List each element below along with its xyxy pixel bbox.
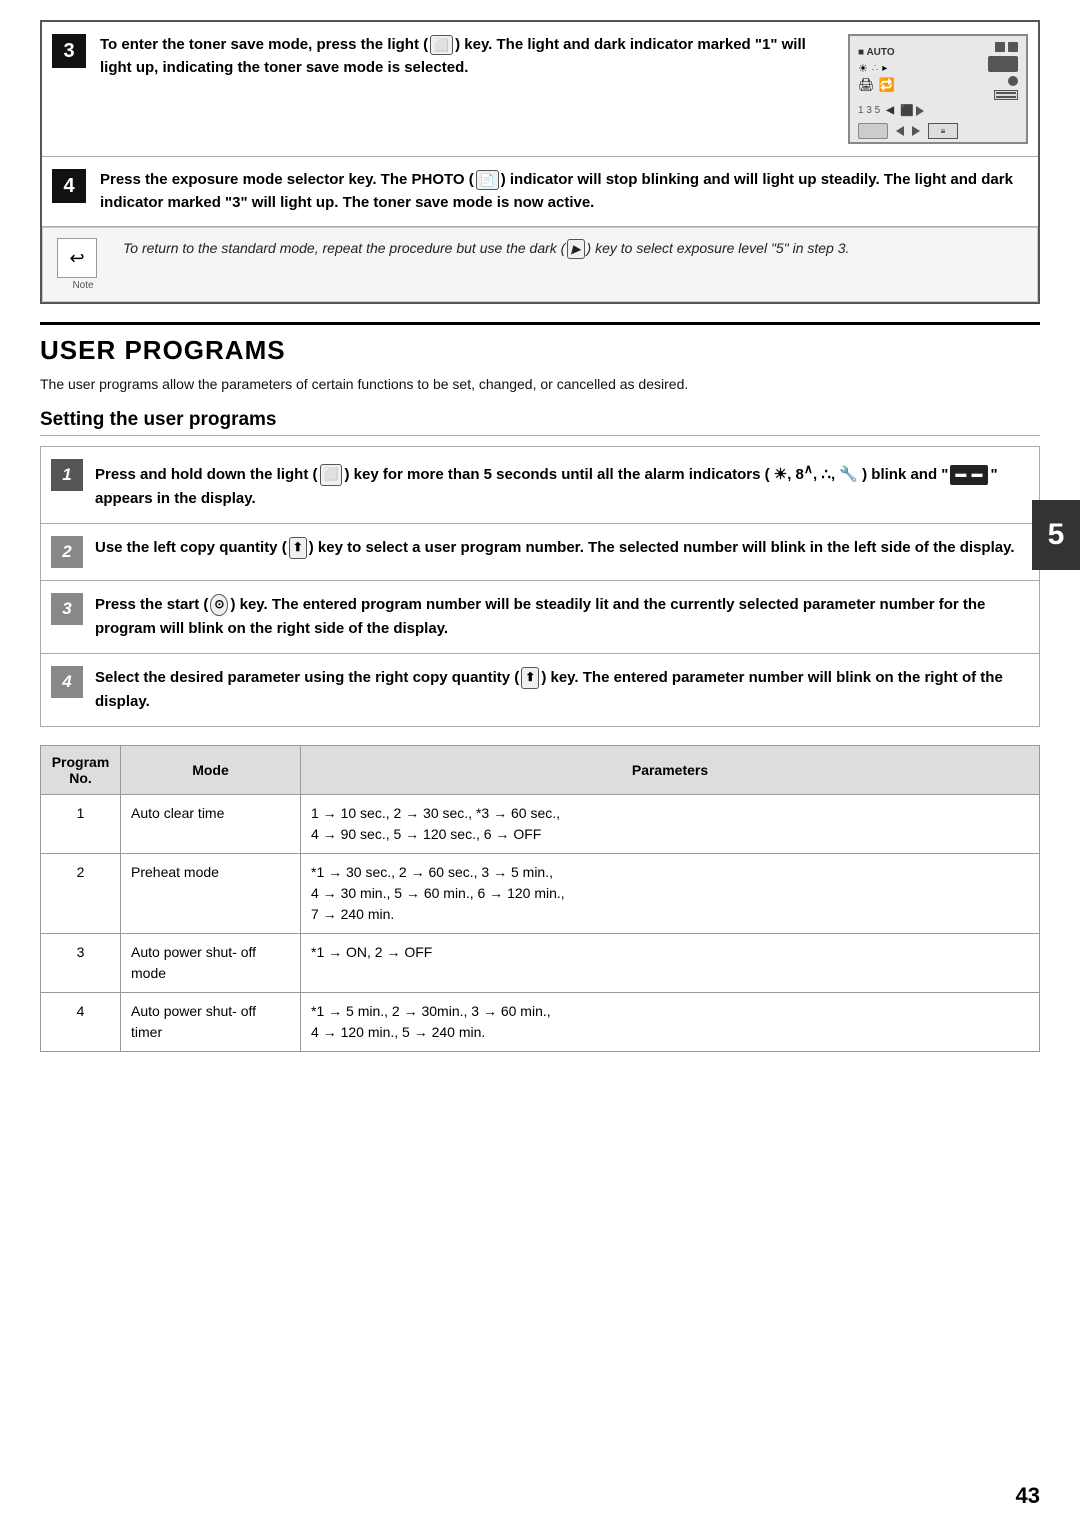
dark-key-icon: ▶ <box>567 239 584 259</box>
td-mode-4: Auto power shut- off timer <box>121 993 301 1052</box>
alarm-dots: ∴ <box>821 466 831 483</box>
up-step-1-text: Press and hold down the light (⬜) key fo… <box>95 459 1029 511</box>
td-params-3: *1 → ON, 2 → OFF <box>301 934 1040 993</box>
note-label: Note <box>72 280 93 291</box>
td-mode-2: Preheat mode <box>121 854 301 934</box>
program-table: ProgramNo. Mode Parameters 1 Auto clear … <box>40 745 1040 1052</box>
td-params-2: *1 → 30 sec., 2 → 60 sec., 3 → 5 min.,4 … <box>301 854 1040 934</box>
th-mode: Mode <box>121 746 301 795</box>
note-icon-symbol: ↩ <box>69 248 84 269</box>
td-mode-3: Auto power shut- off mode <box>121 934 301 993</box>
alarm-8v: 8∧ <box>796 466 814 483</box>
note-box: ↩ Note To return to the standard mode, r… <box>42 227 1038 302</box>
section-description: The user programs allow the parameters o… <box>40 374 1040 395</box>
alarm-wrench: 🔧 <box>839 466 858 483</box>
panel-icon-row-1 <box>995 42 1018 52</box>
section-tab-number: 5 <box>1048 518 1065 552</box>
note-text: To return to the standard mode, repeat t… <box>123 238 849 259</box>
top-step-3: 3 To enter the toner save mode, press th… <box>42 22 1038 157</box>
panel-middle: 1 3 5 ◀ ⬛ <box>858 104 1018 117</box>
note-icon-container: ↩ Note <box>57 238 109 291</box>
panel-bottom-btns: ≡ <box>858 123 958 139</box>
td-mode-1: Auto clear time <box>121 795 301 854</box>
panel-icon-2 <box>1008 42 1018 52</box>
table-row: 3 Auto power shut- off mode *1 → ON, 2 →… <box>41 934 1040 993</box>
panel-btn-1 <box>858 123 888 139</box>
up-step-4-text: Select the desired parameter using the r… <box>95 666 1029 714</box>
alarm-sun: ☀ <box>774 466 787 483</box>
step-3-text: To enter the toner save mode, press the … <box>100 34 828 79</box>
panel-rect: ≡ <box>928 123 958 139</box>
section-tab: 5 <box>1032 500 1080 570</box>
panel-icon-1 <box>995 42 1005 52</box>
panel-arrows: ⬛ <box>900 104 924 117</box>
td-program-3: 3 <box>41 934 121 993</box>
th-parameters: Parameters <box>301 746 1040 795</box>
up-start-key: ⊙ <box>210 594 228 615</box>
table-body: 1 Auto clear time 1 → 10 sec., 2 → 30 se… <box>41 795 1040 1052</box>
panel-bottom: ≡ <box>858 123 1018 139</box>
subsection-title: Setting the user programs <box>40 409 1040 436</box>
top-steps-container: 3 To enter the toner save mode, press th… <box>40 20 1040 304</box>
td-program-2: 2 <box>41 854 121 934</box>
top-step-4: 4 Press the exposure mode selector key. … <box>42 157 1038 227</box>
panel-right-arrow-2 <box>912 126 920 136</box>
th-program: ProgramNo. <box>41 746 121 795</box>
light-key-icon: ⬜ <box>430 35 453 55</box>
panel-top: ■ AUTO ☀ ∴ ▸ 🖨 🔁 <box>858 42 1018 100</box>
up-step-2-text: Use the left copy quantity (⬆) key to se… <box>95 536 1015 560</box>
panel-right-arrow <box>916 106 924 116</box>
panel-line-1 <box>996 92 1016 94</box>
up-step-3: 3 Press the start (⊙) key. The entered p… <box>41 581 1039 654</box>
table-row: 2 Preheat mode *1 → 30 sec., 2 → 60 sec.… <box>41 854 1040 934</box>
table-row: 1 Auto clear time 1 → 10 sec., 2 → 30 se… <box>41 795 1040 854</box>
panel-auto-label: ■ AUTO ☀ ∴ ▸ 🖨 🔁 <box>858 42 895 93</box>
td-program-1: 1 <box>41 795 121 854</box>
up-display-dashes: ▬ ▬ <box>950 465 988 485</box>
panel-icons-right <box>988 42 1018 100</box>
table-row: 4 Auto power shut- off timer *1 → 5 min.… <box>41 993 1040 1052</box>
up-step-4: 4 Select the desired parameter using the… <box>41 654 1039 726</box>
td-program-4: 4 <box>41 993 121 1052</box>
td-params-1: 1 → 10 sec., 2 → 30 sec., *3 → 60 sec.,4… <box>301 795 1040 854</box>
panel-numbers: ◀ <box>886 105 894 116</box>
user-program-steps: 1 Press and hold down the light (⬜) key … <box>40 446 1040 727</box>
up-right-key: ⬆ <box>521 667 539 688</box>
table-header-row: ProgramNo. Mode Parameters <box>41 746 1040 795</box>
step-4-content: Press the exposure mode selector key. Th… <box>100 169 1028 214</box>
section-divider <box>40 322 1040 325</box>
device-panel: ■ AUTO ☀ ∴ ▸ 🖨 🔁 <box>848 34 1028 144</box>
panel-rect-icon: ≡ <box>941 127 946 136</box>
up-step-number-1: 1 <box>51 459 83 491</box>
up-step-3-text: Press the start (⊙) key. The entered pro… <box>95 593 1029 641</box>
up-left-key: ⬆ <box>289 537 307 558</box>
panel-line-2 <box>996 96 1016 98</box>
up-step-number-2: 2 <box>51 536 83 568</box>
section-title: USER PROGRAMS <box>40 335 1040 366</box>
panel-lines <box>996 92 1016 98</box>
step-4-text: Press the exposure mode selector key. Th… <box>100 169 1028 214</box>
up-step-number-3: 3 <box>51 593 83 625</box>
up-step-number-4: 4 <box>51 666 83 698</box>
up-light-key: ⬜ <box>320 464 343 485</box>
step-3-inner: To enter the toner save mode, press the … <box>100 34 1028 144</box>
step-3-content: To enter the toner save mode, press the … <box>100 34 1028 144</box>
page-number: 43 <box>1016 1483 1040 1509</box>
panel-left-arrow <box>896 126 904 136</box>
panel-circle-icon <box>1008 76 1018 86</box>
step-number-3: 3 <box>52 34 86 68</box>
step-3-image: ■ AUTO ☀ ∴ ▸ 🖨 🔁 <box>848 34 1028 144</box>
step-number-4: 4 <box>52 169 86 203</box>
page-container: 5 3 To enter the toner save mode, press … <box>0 0 1080 1529</box>
up-step-2: 2 Use the left copy quantity (⬆) key to … <box>41 524 1039 581</box>
up-step-1: 1 Press and hold down the light (⬜) key … <box>41 447 1039 524</box>
photo-key-icon: 📄 <box>476 170 499 190</box>
light-word: light <box>387 36 419 53</box>
td-params-4: *1 → 5 min., 2 → 30min., 3 → 60 min.,4 →… <box>301 993 1040 1052</box>
note-icon: ↩ <box>57 238 97 278</box>
